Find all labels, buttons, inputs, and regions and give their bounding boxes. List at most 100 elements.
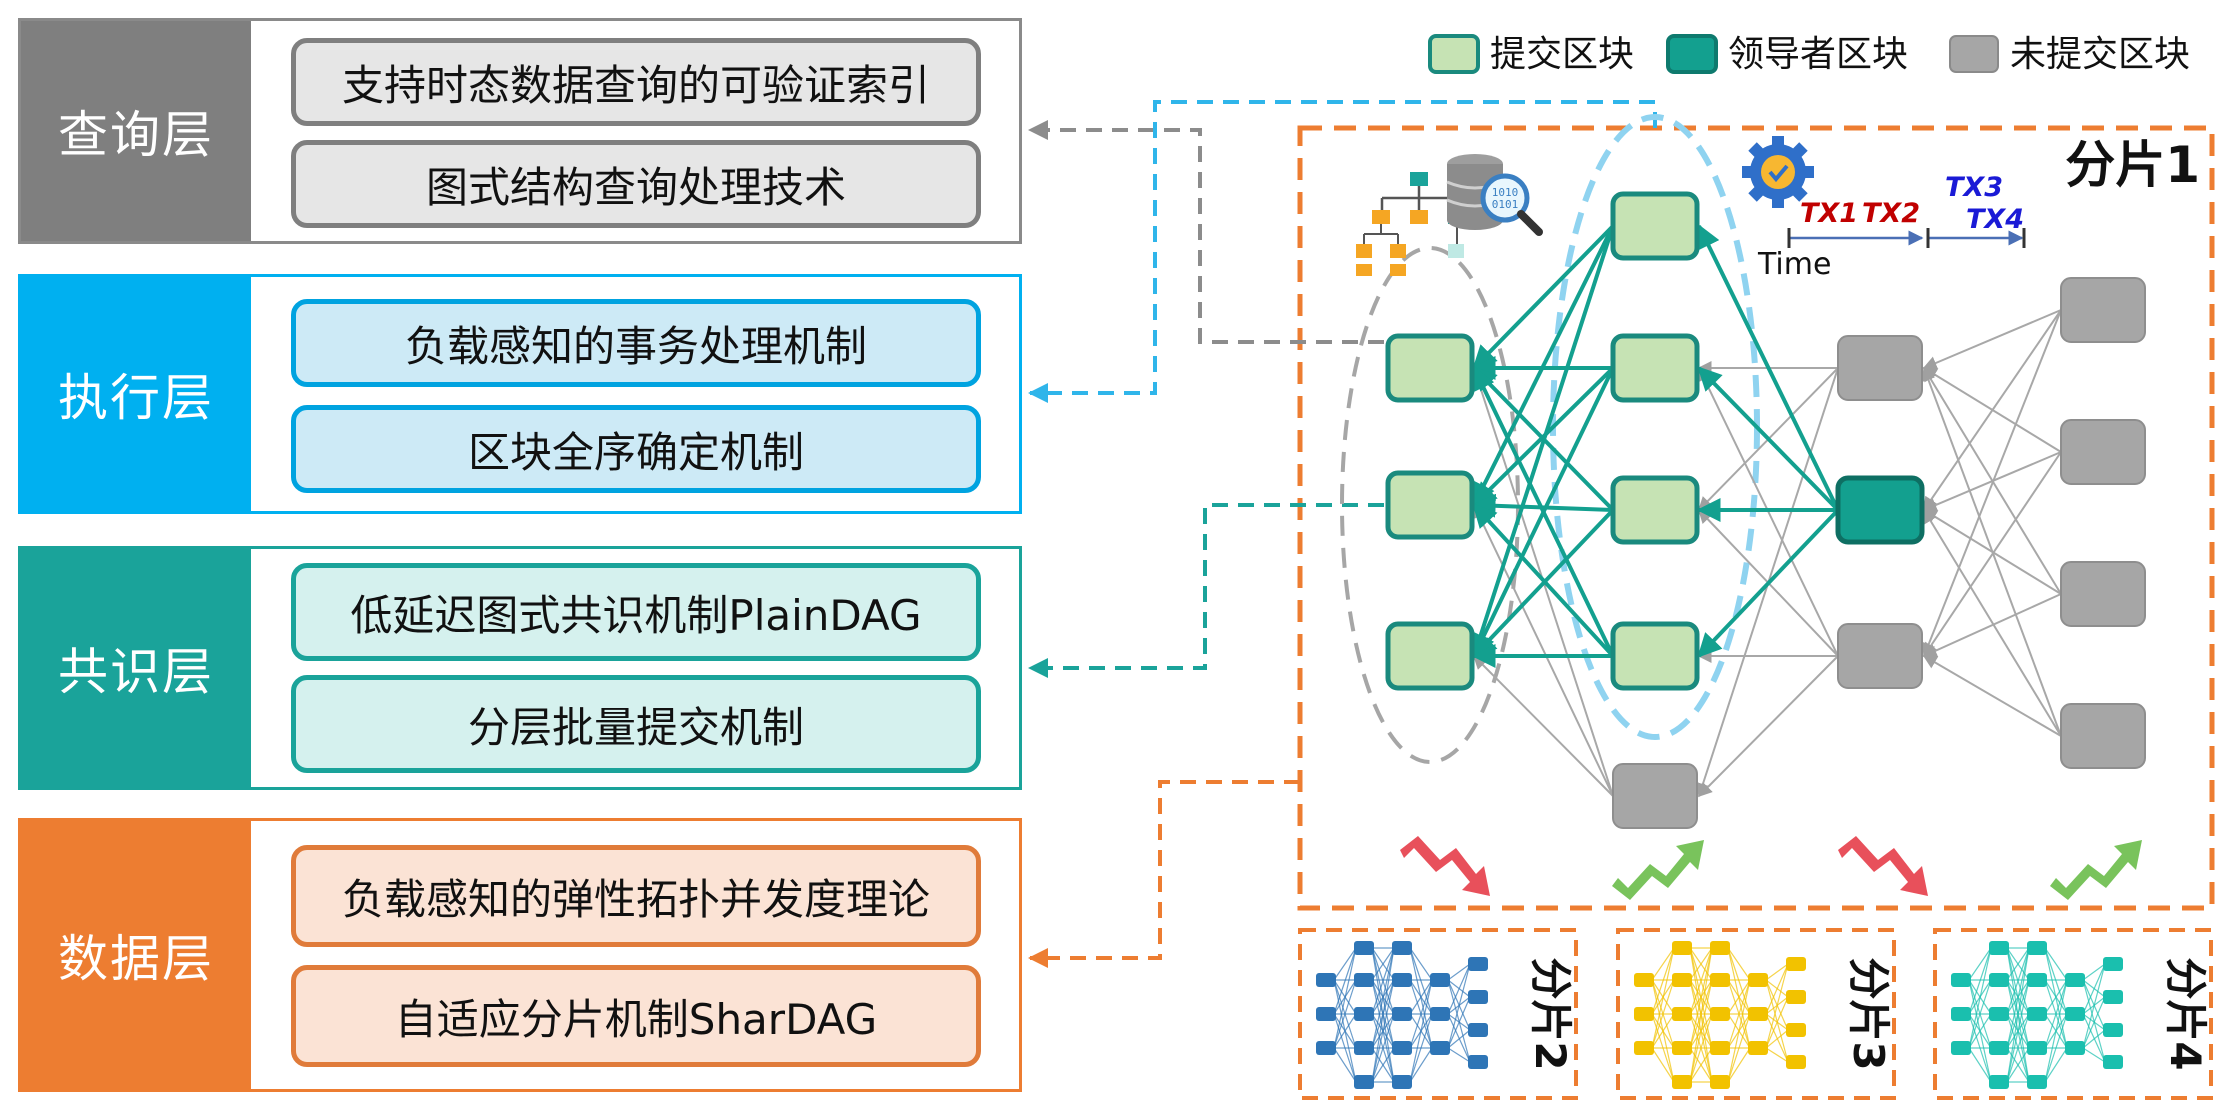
- shard-3-block: [1710, 1007, 1730, 1021]
- shard-3-edge: [1727, 947, 1751, 1015]
- small-shards: 分片2 分片3 分片4: [1298, 928, 2213, 1100]
- shard-2-block: [1316, 1041, 1336, 1055]
- committed-block-b2: [1610, 333, 1700, 403]
- dag-edge-d4-c3: [1922, 655, 2062, 737]
- committed-block-b3: [1610, 475, 1700, 545]
- uncommitted-block-c1: [1837, 335, 1923, 401]
- shard-3-block: [1710, 1075, 1730, 1089]
- shard-3-block: [1672, 1007, 1692, 1021]
- shard-4-block: [2103, 957, 2123, 971]
- tx1-label: TX1: [1800, 198, 1858, 229]
- leader-block-c2: [1835, 475, 1925, 545]
- shard-3-block: [1748, 1007, 1768, 1021]
- sharding-diagram: 提交区块 领导者区块 未提交区块 分片1 1010 0101 Time TX1 …: [1028, 34, 2215, 1100]
- shard-3-title: 分片3: [1844, 957, 1893, 1070]
- shard-3-block: [1710, 973, 1730, 987]
- shard-3-block: [1672, 1041, 1692, 1055]
- shard-4-block: [2065, 1041, 2085, 1055]
- shard-2-block: [1354, 1075, 1374, 1089]
- shard-2-title: 分片2: [1526, 957, 1575, 1070]
- svg-text:0101: 0101: [1492, 198, 1519, 211]
- shard-3-block: [1634, 1007, 1654, 1021]
- uncommitted-block-c3: [1837, 623, 1923, 689]
- shard-4-block: [1951, 1007, 1971, 1021]
- legend-leader-label: 领导者区块: [1728, 34, 1908, 75]
- dag-edge-c3-b5: [1698, 655, 1839, 797]
- shard-3-block: [1710, 1041, 1730, 1055]
- shard-3-block: [1634, 1041, 1654, 1055]
- dag-edge-d4-c2: [1923, 508, 2062, 737]
- shard-3-block: [1748, 1041, 1768, 1055]
- shard-4-block: [2103, 1055, 2123, 1069]
- shard-4-block: [1989, 1075, 2009, 1089]
- trend-up-icon: [1612, 840, 1704, 900]
- shard-4-block: [1951, 1041, 1971, 1055]
- arrow-to-query-layer: [1028, 120, 1384, 344]
- shard-4-block: [2103, 990, 2123, 1004]
- uncommitted-block-d4: [2060, 703, 2146, 769]
- shard-2-panel: 分片2: [1298, 928, 1578, 1100]
- legend-uncommitted-label: 未提交区块: [2010, 34, 2190, 75]
- shard-3-block: [1710, 941, 1730, 955]
- tx4-label: TX4: [1966, 204, 2024, 235]
- shard-2-block: [1430, 1041, 1450, 1055]
- shard-2-block: [1468, 957, 1488, 971]
- shard-3-block: [1634, 973, 1654, 987]
- shard-4-block: [1951, 973, 1971, 987]
- shard-4-edge: [1968, 947, 1992, 1015]
- shard-2-block: [1430, 973, 1450, 987]
- shard-2-edge: [1409, 947, 1433, 1015]
- legend: 提交区块 领导者区块 未提交区块: [1428, 34, 2190, 75]
- shard-3-block: [1786, 990, 1806, 1004]
- uncommitted-block-d3: [2060, 561, 2146, 627]
- database-search-icon: 1010 0101: [1446, 154, 1543, 236]
- committed-block-a3: [1385, 621, 1475, 691]
- shard-2-edge: [1333, 947, 1357, 1015]
- shard-2-block: [1354, 941, 1374, 955]
- shard-4-block: [1989, 1007, 2009, 1021]
- dag-edge-b1-a2: [1472, 225, 1615, 508]
- dag-edge-b5-a3: [1473, 655, 1614, 797]
- tx2-label: TX2: [1862, 198, 1920, 229]
- shard-2-block: [1392, 1041, 1412, 1055]
- trend-down-icon: [1400, 836, 1490, 896]
- shard-2-block: [1392, 973, 1412, 987]
- committed-block-a1: [1385, 333, 1475, 403]
- arrow-to-consensus-layer: [1028, 503, 1384, 678]
- shard1-title: 分片1: [2065, 136, 2200, 194]
- legend-committed-label: 提交区块: [1490, 34, 1634, 75]
- shard-3-edge: [1651, 947, 1675, 1015]
- shard-3-block: [1786, 1055, 1806, 1069]
- shard-4-block: [1989, 1041, 2009, 1055]
- shard-4-edge: [2044, 947, 2068, 1015]
- shard-2-block: [1354, 1041, 1374, 1055]
- shard-4-block: [2027, 1075, 2047, 1089]
- arrow-to-execution-layer: [1028, 100, 1657, 403]
- shard-2-block: [1430, 1007, 1450, 1021]
- shard-2-block: [1468, 1023, 1488, 1037]
- arrow-to-data-layer: [1028, 780, 1300, 968]
- uncommitted-block-b5: [1612, 763, 1698, 829]
- shard-4-block: [2027, 1007, 2047, 1021]
- shard-3-block: [1672, 1075, 1692, 1089]
- uncommitted-block-d2: [2060, 419, 2146, 485]
- shard-4-block: [2065, 973, 2085, 987]
- time-label: Time: [1757, 247, 1831, 282]
- committed-block-a2: [1385, 470, 1475, 540]
- dag-edge-b5-a2: [1473, 503, 1614, 797]
- shard-2-block: [1392, 1075, 1412, 1089]
- committed-block-b4: [1610, 621, 1700, 691]
- shard-3-block: [1672, 941, 1692, 955]
- shard-2-block: [1468, 1055, 1488, 1069]
- shard-4-block: [1989, 941, 2009, 955]
- dag-edge-d4-c1: [1921, 366, 2062, 737]
- shard-2-block: [1468, 990, 1488, 1004]
- shard-4-block: [2065, 1007, 2085, 1021]
- legend-uncommitted-swatch: [1949, 35, 1999, 73]
- shard-3-panel: 分片3: [1616, 928, 1896, 1100]
- trend-up-icon: [2050, 840, 2142, 900]
- shard-2-block: [1354, 1007, 1374, 1021]
- shard-4-block: [2027, 973, 2047, 987]
- committed-block-b1: [1610, 191, 1700, 261]
- shard-2-block: [1392, 941, 1412, 955]
